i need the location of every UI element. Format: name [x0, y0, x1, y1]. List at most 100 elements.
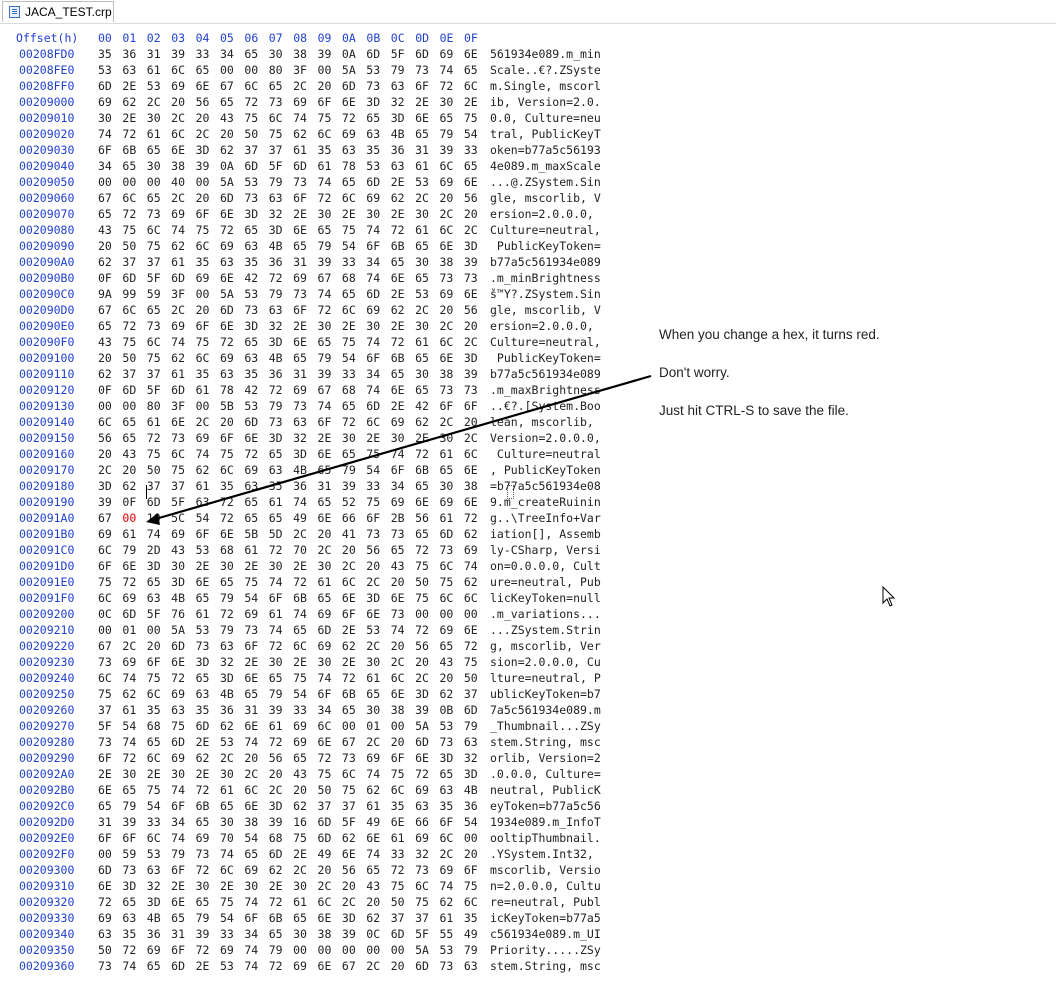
hex-row[interactable]: 00209230 73 69 6F 6E 3D 32 2E 30 2E 30 2E 30 2C 20 43 75… [0, 654, 640, 670]
byte-cell[interactable]: 3D [122, 878, 146, 894]
byte-cell[interactable]: 30 [366, 318, 390, 334]
byte-cell[interactable]: 2C [439, 206, 463, 222]
hex-row[interactable]: 00209030 6F 6B 65 6E 3D 62 37 37 61 35 63 35 36 31 39 33… [0, 142, 640, 158]
byte-cell[interactable]: 72 [244, 94, 268, 110]
byte-cell[interactable]: 74 [318, 670, 342, 686]
byte-cell[interactable]: 39 [464, 254, 488, 270]
byte-cell[interactable]: 35 [366, 142, 390, 158]
byte-cell[interactable]: 74 [220, 846, 244, 862]
byte-cell[interactable]: 39 [318, 46, 342, 62]
byte-cell[interactable]: 00 [122, 398, 146, 414]
byte-cell[interactable]: 30 [147, 110, 171, 126]
byte-cell[interactable]: 2E [293, 206, 317, 222]
byte-cell[interactable]: 75 [244, 574, 268, 590]
byte-cell[interactable]: 39 [269, 814, 293, 830]
byte-cell[interactable]: 2E [391, 286, 415, 302]
byte-cell[interactable]: 65 [293, 910, 317, 926]
hex-row[interactable]: 002091B0 69 61 74 69 6F 6E 5B 5D 2C 20 41 73 73 65 6D 62… [0, 526, 640, 542]
byte-cell[interactable]: 69 [293, 382, 317, 398]
byte-cell[interactable]: 74 [391, 622, 415, 638]
byte-cell[interactable]: 73 [269, 94, 293, 110]
row-ascii[interactable]: lture=neutral, P [490, 670, 601, 686]
byte-cell[interactable]: 6E [293, 222, 317, 238]
byte-cell[interactable]: 4B [293, 462, 317, 478]
byte-cell[interactable]: 65 [439, 462, 463, 478]
byte-cell[interactable]: 75 [122, 222, 146, 238]
byte-cell[interactable]: 43 [293, 766, 317, 782]
byte-cell[interactable]: 75 [318, 110, 342, 126]
byte-cell[interactable]: 3D [269, 798, 293, 814]
byte-cell[interactable]: 69 [293, 958, 317, 974]
byte-cell[interactable]: 30 [171, 558, 195, 574]
byte-cell[interactable]: 63 [439, 782, 463, 798]
byte-cell[interactable]: 9A [98, 286, 122, 302]
byte-cell[interactable]: 6B [122, 142, 146, 158]
byte-cell[interactable]: 00 [122, 174, 146, 190]
byte-cell[interactable]: 79 [220, 590, 244, 606]
byte-cell[interactable]: 2C [366, 734, 390, 750]
byte-cell[interactable]: 00 [147, 174, 171, 190]
byte-cell[interactable]: 53 [244, 286, 268, 302]
byte-cell[interactable]: 2E [196, 558, 220, 574]
byte-cell[interactable]: 2C [244, 766, 268, 782]
byte-cell[interactable]: 35 [196, 702, 220, 718]
byte-cell[interactable]: 2E [269, 878, 293, 894]
byte-cell[interactable]: 54 [342, 350, 366, 366]
byte-cell[interactable]: 00 [391, 942, 415, 958]
byte-cell[interactable]: 72 [269, 734, 293, 750]
byte-cell[interactable]: 40 [171, 174, 195, 190]
byte-cell[interactable]: 63 [464, 734, 488, 750]
byte-cell[interactable]: 6C [439, 222, 463, 238]
row-ascii[interactable]: 561934e089.m_min [490, 46, 601, 62]
byte-cell[interactable]: 39 [415, 702, 439, 718]
byte-cell[interactable]: 73 [415, 62, 439, 78]
byte-cell[interactable]: 38 [439, 254, 463, 270]
byte-cell[interactable]: 5A [415, 942, 439, 958]
byte-cell[interactable]: 49 [293, 510, 317, 526]
byte-cell[interactable]: 68 [342, 270, 366, 286]
byte-cell[interactable]: 65 [318, 222, 342, 238]
byte-cell[interactable]: 20 [98, 446, 122, 462]
byte-cell[interactable]: 38 [171, 158, 195, 174]
byte-cell[interactable]: 6E [318, 510, 342, 526]
row-ascii[interactable]: b77a5c561934e089 [490, 254, 601, 270]
byte-cell[interactable]: 39 [269, 702, 293, 718]
byte-cell[interactable]: 6F [293, 302, 317, 318]
byte-cell[interactable]: 61 [171, 254, 195, 270]
hex-row[interactable]: 00208FF0 6D 2E 53 69 6E 67 6C 65 2C 20 6D 73 63 6F 72 6C… [0, 78, 640, 94]
byte-cell[interactable]: 35 [269, 478, 293, 494]
byte-cell[interactable]: 20 [391, 958, 415, 974]
byte-cell[interactable]: 0C [366, 926, 390, 942]
byte-cell[interactable]: 62 [196, 750, 220, 766]
byte-cell[interactable]: 3D [439, 750, 463, 766]
row-ascii[interactable]: Culture=neutral, [490, 334, 601, 350]
byte-cell[interactable]: 65 [342, 174, 366, 190]
row-ascii[interactable]: mscorlib, Versio [490, 862, 601, 878]
byte-cell[interactable]: 31 [98, 814, 122, 830]
byte-cell[interactable]: 2E [122, 110, 146, 126]
byte-cell[interactable]: 53 [415, 174, 439, 190]
byte-cell[interactable]: 00 [464, 830, 488, 846]
byte-cell[interactable]: 65 [415, 238, 439, 254]
byte-cell[interactable]: 72 [415, 622, 439, 638]
byte-cell[interactable]: 54 [366, 462, 390, 478]
byte-cell[interactable]: 73 [293, 174, 317, 190]
byte-cell[interactable]: 61 [366, 798, 390, 814]
byte-cell[interactable]: 6E [366, 606, 390, 622]
byte-cell[interactable]: 65 [318, 462, 342, 478]
byte-cell[interactable]: 68 [220, 542, 244, 558]
byte-cell[interactable]: 30 [269, 46, 293, 62]
byte-cell[interactable]: 6F [318, 414, 342, 430]
byte-cell[interactable]: 65 [366, 862, 390, 878]
byte-cell[interactable]: 32 [147, 878, 171, 894]
byte-cell[interactable]: 72 [269, 638, 293, 654]
byte-cell[interactable]: 6E [439, 350, 463, 366]
byte-cell[interactable]: 20 [269, 766, 293, 782]
byte-cell[interactable]: 6D [196, 718, 220, 734]
hex-row[interactable]: 00209100 20 50 75 62 6C 69 63 4B 65 79 54 6F 6B 65 6E 3D… [0, 350, 640, 366]
byte-cell[interactable]: 6E [439, 238, 463, 254]
byte-cell[interactable]: 61 [196, 478, 220, 494]
byte-cell[interactable]: 00 [318, 62, 342, 78]
byte-cell[interactable]: 74 [122, 958, 146, 974]
byte-cell[interactable]: 6C [318, 126, 342, 142]
